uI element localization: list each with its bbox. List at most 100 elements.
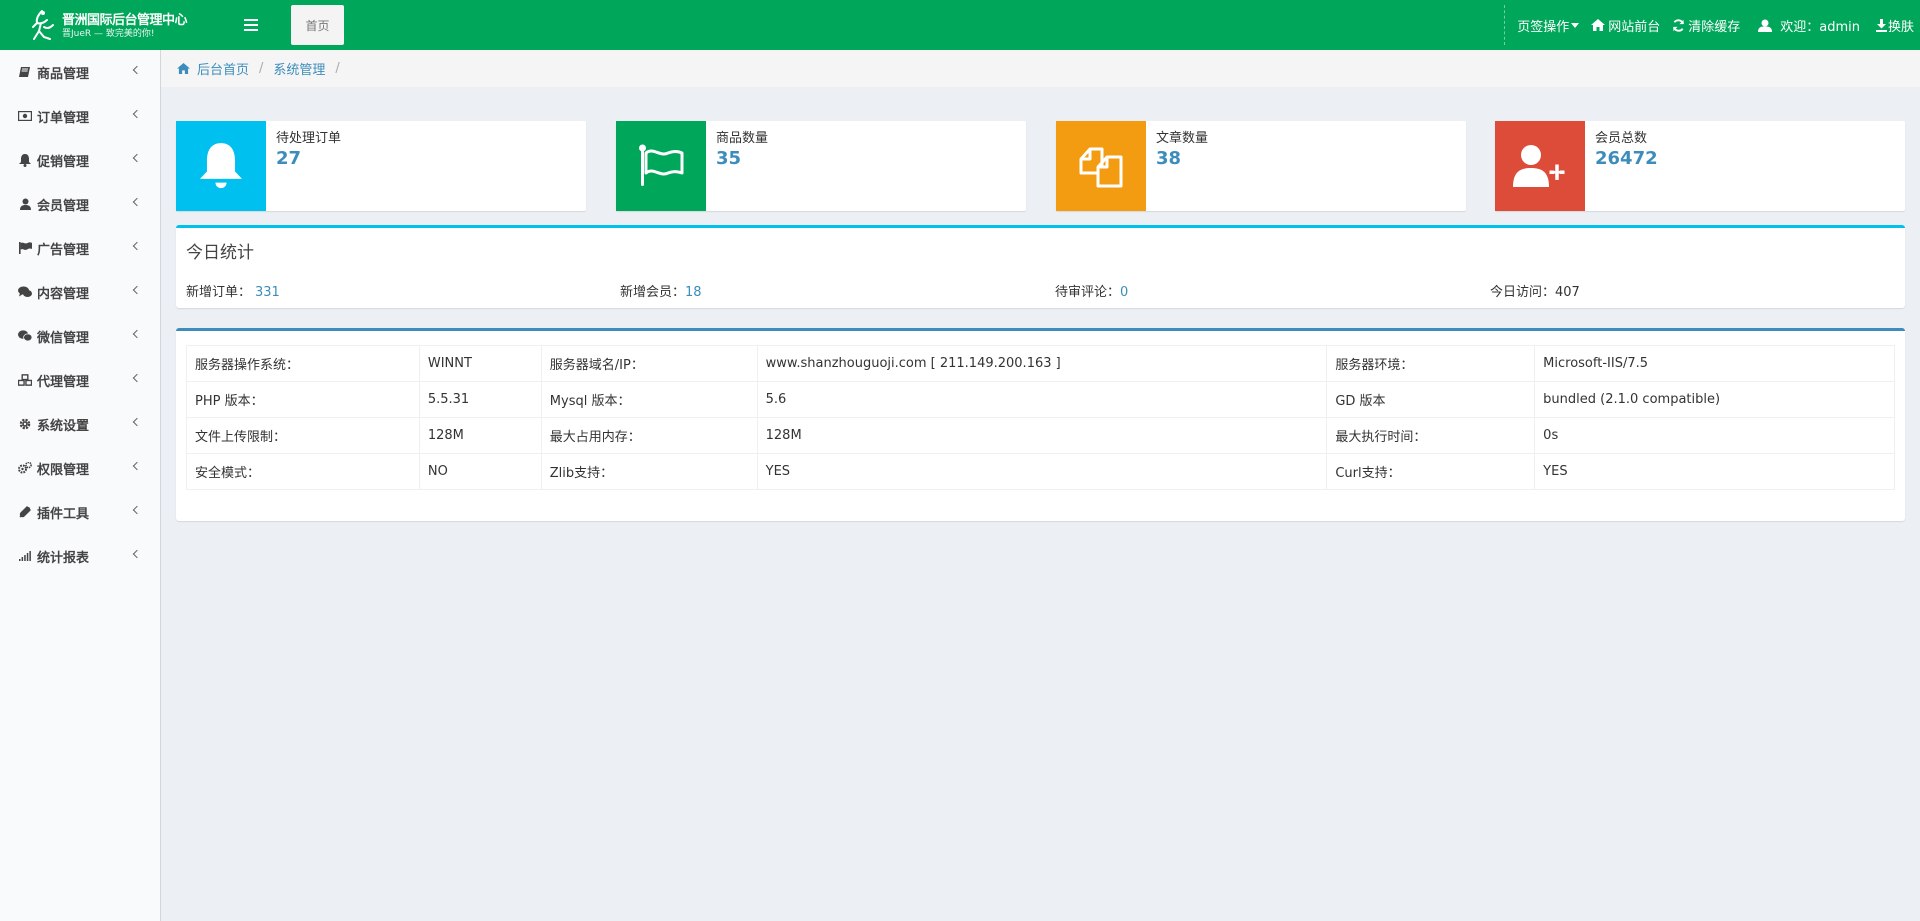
sidebar-item-label: 商品管理: [37, 66, 90, 82]
sidebar-item-reports[interactable]: 统计报表: [0, 534, 160, 578]
sidebar-item-ads[interactable]: 广告管理: [0, 226, 160, 270]
sidebar-item-agents[interactable]: 代理管理: [0, 358, 160, 402]
signal-icon: [18, 549, 32, 563]
table-cell-value: 5.6: [756, 381, 1328, 418]
switch-skin-label: 换肤: [1887, 19, 1914, 35]
chevron-left-icon: [132, 65, 142, 75]
breadcrumb-current-link[interactable]: 系统管理: [273, 59, 325, 78]
stat-today-visits: 今日访问：407: [1490, 281, 1580, 300]
sidebar-item-plugins[interactable]: 插件工具: [0, 490, 160, 534]
comments-icon: [18, 285, 32, 299]
sidebar-item-label: 插件工具: [37, 506, 90, 522]
stat-new-orders: 新增订单： 331: [186, 281, 280, 300]
chevron-left-icon: [132, 417, 142, 427]
table-row: PHP 版本： 5.5.31 Mysql 版本： 5.6 GD 版本 bundled (2…: [186, 381, 1895, 418]
table-cell-label: PHP 版本：: [186, 381, 420, 418]
table-row: 服务器操作系统： WINNT 服务器域名/IP： www.shanzhouguoji.…: [186, 345, 1895, 382]
info-box-product-count: 商品数量 35: [616, 121, 1026, 211]
welcome-label: 欢迎：admin: [1780, 19, 1860, 35]
server-info-box: 服务器操作系统： WINNT 服务器域名/IP： www.shanzhouguoji.…: [176, 328, 1905, 521]
breadcrumb-separator: /: [259, 61, 264, 76]
info-box-value: 35: [716, 148, 742, 169]
stat-value: 407: [1555, 285, 1580, 300]
chevron-left-icon: [132, 549, 142, 559]
sidebar-item-promotions[interactable]: 促销管理: [0, 138, 160, 182]
sidebar-item-label: 统计报表: [37, 550, 90, 566]
chevron-left-icon: [132, 285, 142, 295]
site-front-label: 网站前台: [1608, 19, 1661, 35]
sidebar-item-label: 内容管理: [37, 286, 90, 302]
info-box-icon: [616, 121, 706, 211]
info-box-icon: [1056, 121, 1146, 211]
logo[interactable]: 晋洲国际后台管理中心 晋JueR — 致完美的你!: [28, 8, 188, 44]
table-cell-label: 服务器环境：: [1326, 345, 1536, 382]
sidebar-item-label: 会员管理: [37, 198, 90, 214]
sidebar-item-content[interactable]: 内容管理: [0, 270, 160, 314]
sidebar-item-orders[interactable]: 订单管理: [0, 94, 160, 138]
sidebar-item-label: 代理管理: [37, 374, 90, 390]
chevron-left-icon: [132, 329, 142, 339]
clear-cache-button[interactable]: 清除缓存: [1666, 16, 1746, 35]
switch-skin-button[interactable]: 换肤: [1870, 16, 1920, 35]
gears-icon: [18, 461, 32, 475]
stat-value[interactable]: 331: [255, 285, 280, 300]
stat-label: 今日访问：: [1490, 285, 1556, 300]
info-box-icon: [1495, 121, 1585, 211]
flag-icon: [639, 144, 684, 186]
info-box-value: 27: [276, 148, 302, 169]
user-menu[interactable]: 欢迎：admin: [1752, 16, 1866, 35]
info-box-label: 商品数量: [716, 131, 769, 146]
server-info-table: 服务器操作系统： WINNT 服务器域名/IP： www.shanzhouguoji.…: [186, 345, 1895, 490]
download-icon: [1875, 18, 1887, 32]
sidebar-item-system-settings[interactable]: 系统设置: [0, 402, 160, 446]
user-icon: [18, 197, 32, 211]
user-icon: [1758, 19, 1773, 32]
table-cell-label: 最大执行时间：: [1326, 417, 1536, 454]
table-cell-value: www.shanzhouguoji.com [ 211.149.200.163 …: [756, 345, 1328, 382]
table-cell-value: 0s: [1534, 417, 1895, 454]
wechat-icon: [18, 329, 32, 343]
stat-label: 新增会员：: [620, 285, 686, 300]
table-cell-value: NO: [418, 453, 542, 490]
table-cell-value: 128M: [418, 417, 542, 454]
sidebar-item-wechat[interactable]: 微信管理: [0, 314, 160, 358]
chevron-left-icon: [132, 505, 142, 515]
today-stats-title: 今日统计: [186, 243, 254, 263]
tab-ops-label: 页签操作: [1517, 19, 1570, 35]
info-box-label: 会员总数: [1595, 131, 1648, 146]
sidebar: 商品管理 订单管理 促销管理 会员管理 广告管理 内容管理 微信管理 代理管理 …: [0, 50, 161, 921]
home-icon: [177, 63, 190, 74]
sidebar-item-members[interactable]: 会员管理: [0, 182, 160, 226]
tab-home[interactable]: 首页: [291, 5, 344, 45]
sidebar-item-label: 权限管理: [37, 462, 90, 478]
table-cell-label: GD 版本: [1326, 381, 1536, 418]
sidebar-item-permissions[interactable]: 权限管理: [0, 446, 160, 490]
breadcrumb-home-link[interactable]: 后台首页: [177, 59, 249, 78]
table-cell-label: 服务器操作系统：: [186, 345, 420, 382]
stat-pending-comments: 待审评论：0: [1055, 281, 1128, 300]
stat-value[interactable]: 0: [1120, 285, 1128, 300]
table-cell-value: 5.5.31: [418, 381, 542, 418]
tab-ops-dropdown[interactable]: 页签操作: [1505, 16, 1585, 35]
table-cell-value: Microsoft-IIS/7.5: [1534, 345, 1895, 382]
files-icon: [1079, 147, 1123, 188]
money-icon: [18, 109, 32, 123]
info-box-icon: [176, 121, 266, 211]
sidebar-item-label: 促销管理: [37, 154, 90, 170]
table-cell-value: WINNT: [418, 345, 542, 382]
book-icon: [18, 65, 32, 79]
table-cell-value: 128M: [756, 417, 1328, 454]
table-cell-label: 文件上传限制：: [186, 417, 420, 454]
table-cell-value: YES: [756, 453, 1328, 490]
site-front-link[interactable]: 网站前台: [1585, 16, 1666, 35]
sidebar-item-products[interactable]: 商品管理: [0, 50, 160, 94]
logo-subtitle: 晋JueR — 致完美的你!: [62, 28, 155, 39]
sidebar-item-label: 系统设置: [37, 418, 90, 434]
chevron-left-icon: [132, 109, 142, 119]
top-nav: 页签操作 网站前台 清除缓存 欢迎：admin 换肤: [1504, 5, 1920, 45]
sidebar-toggle-button[interactable]: [238, 13, 264, 37]
stat-value[interactable]: 18: [685, 285, 702, 300]
top-header: 晋洲国际后台管理中心 晋JueR — 致完美的你! 首页 页签操作 网站前台 清…: [0, 0, 1920, 50]
table-cell-label: 最大占用内存：: [540, 417, 758, 454]
table-cell-label: Zlib支持：: [540, 453, 758, 490]
